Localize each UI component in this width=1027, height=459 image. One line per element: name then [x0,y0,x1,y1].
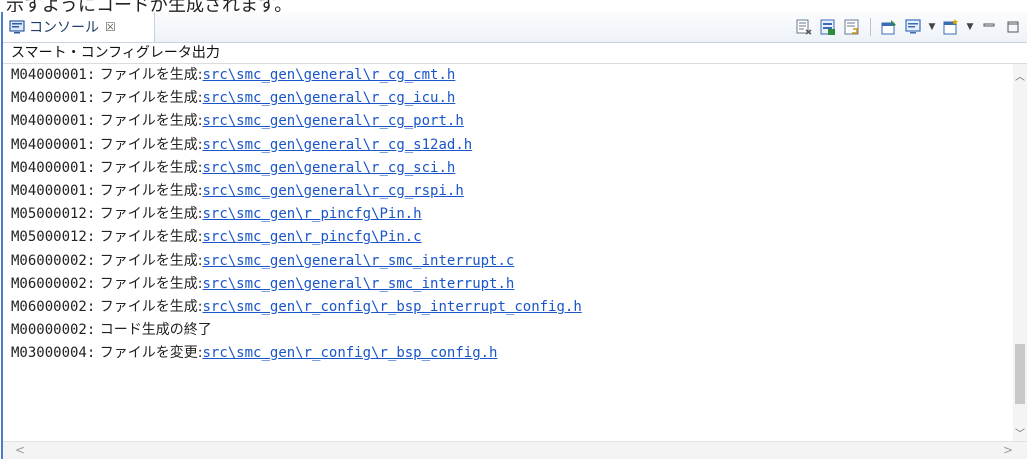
message-code: M04000001: [11,90,96,107]
console-line: M06000002: ファイルを生成:src\smc_gen\general\r… [3,250,1013,273]
message-text: ファイルを生成: [95,159,203,176]
file-link[interactable]: src\smc_gen\general\r_cg_cmt.h [202,67,455,83]
scrollbar-thumb[interactable] [1015,344,1025,404]
message-code: M04000001: [11,113,96,130]
file-link[interactable]: src\smc_gen\general\r_cg_rspi.h [202,183,463,199]
horizontal-scrollbar[interactable]: < > [3,441,1027,459]
console-line: M05000012: ファイルを生成:src\smc_gen\r_pincfg\… [3,226,1013,249]
document-caption: 示すようにコードが生成されます。 [0,0,1027,12]
file-link[interactable]: src\smc_gen\general\r_smc_interrupt.c [202,253,514,269]
display-console-icon [905,19,921,34]
toolbar-separator [870,18,871,36]
message-code: M04000001: [11,136,96,153]
console-toolbar: ▼ ▼ [794,16,1023,38]
close-icon[interactable]: ☒ [105,20,116,34]
message-code: M03000004: [11,345,96,362]
message-code: M00000002: [11,322,96,339]
maximize-button[interactable] [1003,17,1023,37]
console-line: M06000002: ファイルを生成:src\smc_gen\general\r… [3,273,1013,296]
maximize-icon [1007,21,1019,33]
chevron-up-icon[interactable]: ︿ [1015,68,1025,83]
message-code: M06000002: [11,252,96,269]
chevron-down-icon[interactable]: ▼ [965,17,975,37]
file-link[interactable]: src\smc_gen\general\r_cg_icu.h [202,90,455,106]
file-link[interactable]: src\smc_gen\r_pincfg\Pin.h [202,206,421,222]
message-code: M05000012: [11,206,96,223]
display-selected-console-button[interactable] [903,17,923,37]
message-code: M06000002: [11,298,96,315]
file-link[interactable]: src\smc_gen\r_pincfg\Pin.c [202,229,421,245]
file-link[interactable]: src\smc_gen\general\r_smc_interrupt.h [202,276,514,292]
console-line: M04000001: ファイルを生成:src\smc_gen\general\r… [3,180,1013,203]
message-text: ファイルを生成: [95,136,203,153]
vertical-scrollbar[interactable]: ︿ ﹀ [1013,64,1027,442]
message-text: ファイルを生成: [95,275,203,292]
chevron-right-icon[interactable]: > [1003,443,1013,457]
pin-console-button[interactable] [879,17,899,37]
open-console-button[interactable] [941,17,961,37]
file-link[interactable]: src\smc_gen\general\r_cg_sci.h [202,160,455,176]
file-link[interactable]: src\smc_gen\r_config\r_bsp_interrupt_con… [202,299,581,315]
message-text: ファイルを生成: [95,182,203,199]
open-console-icon [943,19,958,35]
message-code: M06000002: [11,275,96,292]
tab-console[interactable]: コンソール ☒ [3,12,155,42]
message-text: ファイルを変更: [95,345,203,362]
console-output: M04000001: ファイルを生成:src\smc_gen\general\r… [3,64,1013,442]
pin-icon [881,20,896,35]
message-text: コード生成の終了 [95,322,212,339]
console-line: M04000001: ファイルを生成:src\smc_gen\general\r… [3,157,1013,180]
chevron-down-icon[interactable]: ▼ [927,17,937,37]
console-icon [9,20,25,34]
message-text: ファイルを生成: [95,206,203,223]
message-text: ファイルを生成: [95,229,203,246]
scroll-lock-button[interactable] [818,17,838,37]
console-view: コンソール ☒ ▼ ▼ スマート・コンフィグレータ出力 M04000001: フ… [1,12,1027,459]
console-line: M06000002: ファイルを生成:src\smc_gen\r_config\… [3,296,1013,319]
chevron-left-icon[interactable]: < [15,443,25,457]
word-wrap-button[interactable] [842,17,862,37]
view-tab-bar: コンソール ☒ ▼ ▼ [3,12,1027,43]
message-text: ファイルを生成: [95,90,203,107]
message-text: ファイルを生成: [95,298,203,315]
console-line: M04000001: ファイルを生成:src\smc_gen\general\r… [3,87,1013,110]
console-line: M05000012: ファイルを生成:src\smc_gen\r_pincfg\… [3,203,1013,226]
console-line: M03000004: ファイルを変更:src\smc_gen\r_config\… [3,342,1013,365]
console-line: M04000001: ファイルを生成:src\smc_gen\general\r… [3,134,1013,157]
message-code: M04000001: [11,182,96,199]
caption-text: 示すようにコードが生成されます。 [6,0,293,12]
console-line: M04000001: ファイルを生成:src\smc_gen\general\r… [3,110,1013,133]
console-line: M00000002: コード生成の終了 [3,319,1013,342]
chevron-down-icon[interactable]: ﹀ [1015,425,1025,440]
file-link[interactable]: src\smc_gen\general\r_cg_port.h [202,113,463,129]
tab-label: コンソール [29,20,99,36]
minimize-icon [983,23,995,27]
message-text: ファイルを生成: [95,67,203,83]
console-name: スマート・コンフィグレータ出力 [3,43,1027,64]
console-line: M04000001: ファイルを生成:src\smc_gen\general\r… [3,64,1013,87]
file-link[interactable]: src\smc_gen\general\r_cg_s12ad.h [202,137,472,153]
scroll-lock-icon [820,19,835,35]
minimize-button[interactable] [979,17,999,37]
clear-console-icon [796,19,812,35]
message-code: M04000001: [11,159,96,176]
message-text: ファイルを生成: [95,113,203,130]
message-code: M05000012: [11,229,96,246]
file-link[interactable]: src\smc_gen\r_config\r_bsp_config.h [202,345,497,361]
message-text: ファイルを生成: [95,252,203,269]
word-wrap-icon [844,19,859,35]
clear-console-button[interactable] [794,17,814,37]
message-code: M04000001: [11,67,96,83]
